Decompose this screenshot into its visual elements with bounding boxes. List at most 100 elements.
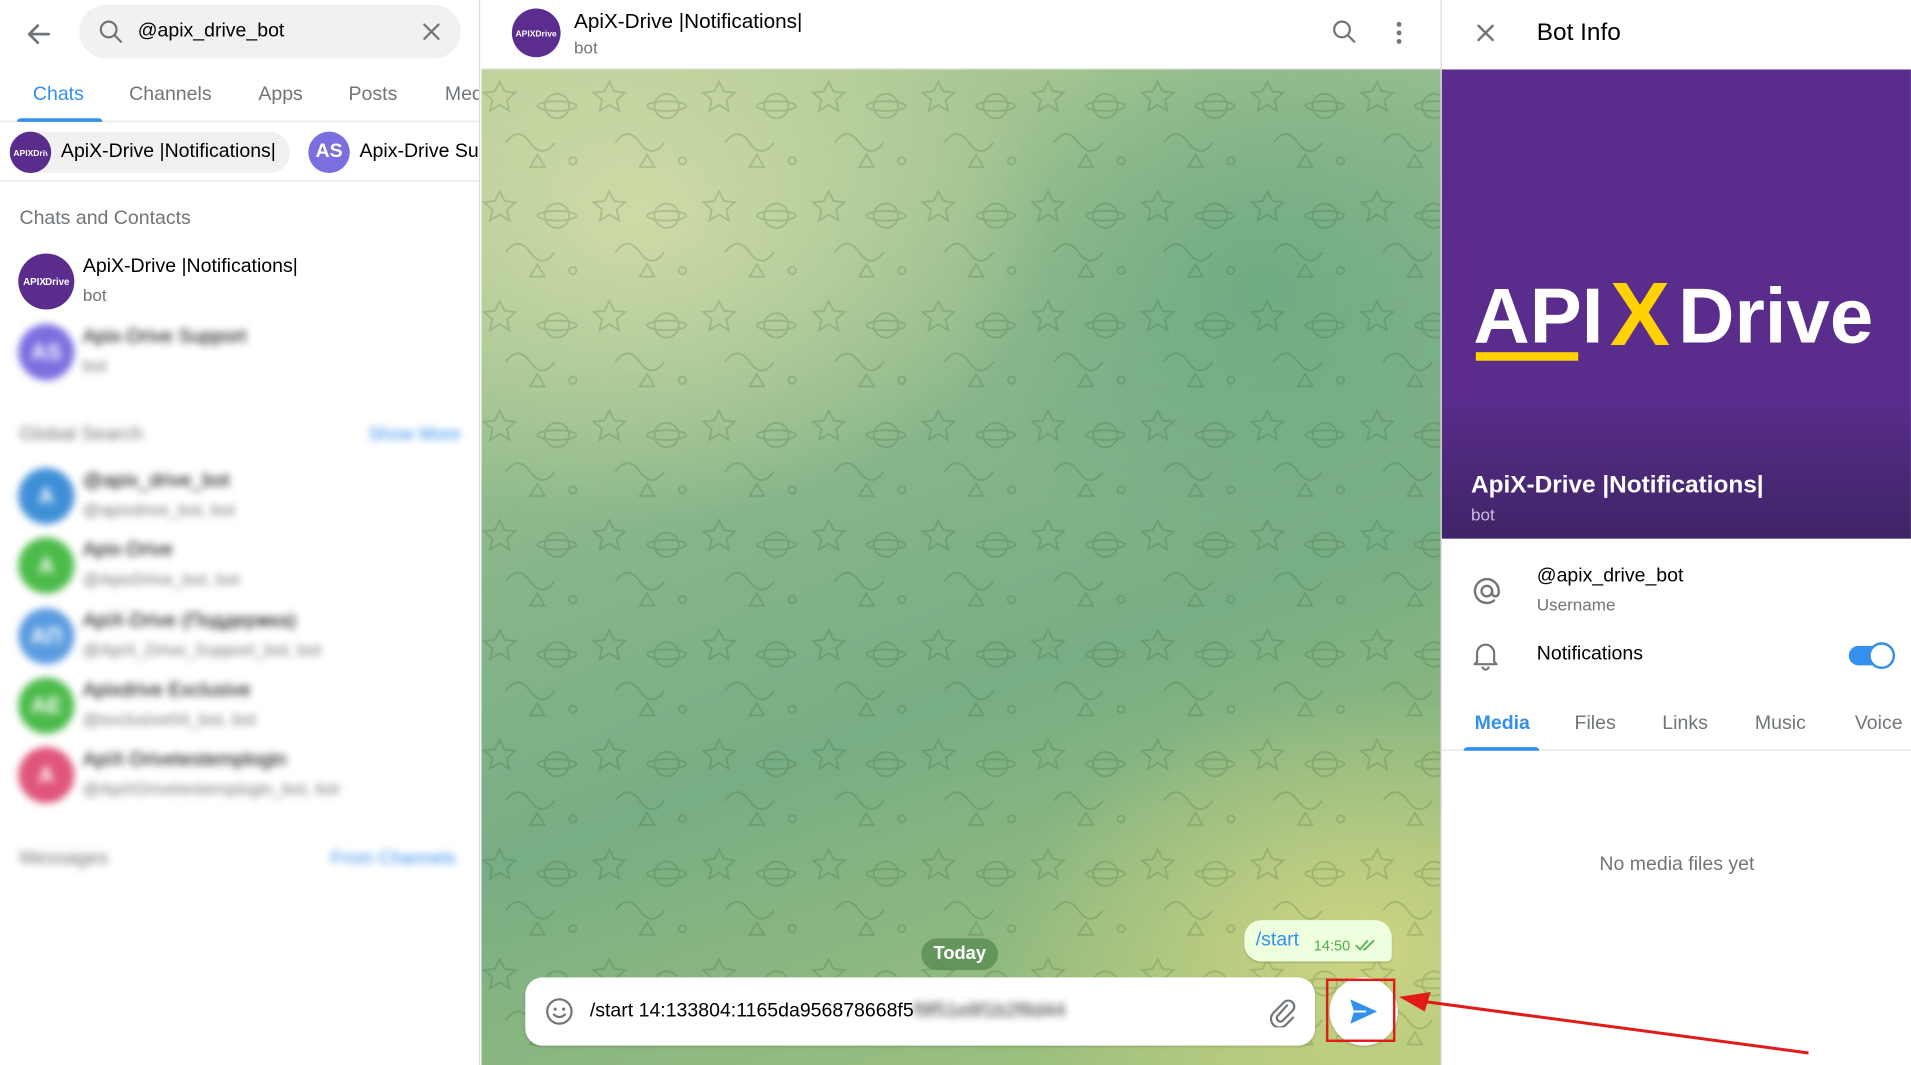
message-composer[interactable]: /start 14:133804:1165da956878668f5f9f51e… <box>525 977 1315 1046</box>
toggle-knob <box>1868 642 1896 670</box>
result-name: ApiX-Drivetestemplogin <box>82 749 287 771</box>
global-result-row[interactable]: A @apix_drive_bot @apixdrive_bot, bot <box>0 463 479 531</box>
tab-posts[interactable]: Posts <box>349 84 398 106</box>
left-sidebar: @apix_drive_bot Chats Channels Apps Post… <box>0 0 481 1065</box>
username-label: Username <box>1536 594 1616 615</box>
contact-name: Apix-Drive Support <box>82 326 247 348</box>
avatar: AS <box>308 131 350 174</box>
chip-label: Apix-Drive Su <box>359 141 479 163</box>
message-text[interactable]: /start <box>1256 930 1299 952</box>
svg-text:APIXDrive: APIXDrive <box>13 148 47 158</box>
from-channels-filter[interactable]: From Channels <box>331 848 456 869</box>
chat-subtitle: bot <box>574 37 598 58</box>
global-result-row[interactable]: A Apix-Drive @ApixDrive_bot, bot <box>0 533 479 601</box>
notifications-row[interactable]: Notifications <box>1442 639 1911 676</box>
avatar: APIXDrive <box>511 8 561 58</box>
chat-panel: APIXDrive ApiX-Drive |Notifications| bot <box>481 0 1441 1065</box>
contact-sub: bot <box>82 285 107 305</box>
global-result-row[interactable]: A ApiX-Drivetestemplogin @ApiXDrivetestemp… <box>0 742 479 810</box>
paperclip-icon[interactable] <box>1266 996 1296 1028</box>
search-icon <box>99 20 123 43</box>
tab-channels[interactable]: Channels <box>129 84 211 106</box>
search-tabs: Chats Channels Apps Posts Med <box>0 68 479 122</box>
message-input-hidden-text: f9f51e8f1b2f8d44 <box>913 1000 1066 1022</box>
tab-chats[interactable]: Chats <box>33 84 84 106</box>
result-sub: @ApixDrive_bot, bot <box>82 569 240 589</box>
apix-logo-icon: APIXDrive <box>13 148 47 158</box>
outgoing-message[interactable]: /start 14:50 <box>1244 920 1392 962</box>
tab-media[interactable]: Media <box>1475 713 1530 735</box>
arrow-left-icon <box>27 24 51 44</box>
tab-apps[interactable]: Apps <box>258 84 302 106</box>
at-sign-icon <box>1473 577 1500 605</box>
close-icon[interactable] <box>1473 21 1497 45</box>
avatar: AE <box>18 677 75 734</box>
result-sub: @ApiXDrivetestemplogin_bot, bot <box>82 778 340 799</box>
result-name: Apix-Drive <box>82 539 173 561</box>
bot-info-header: Bot Info <box>1442 0 1911 68</box>
tab-links[interactable]: Links <box>1662 713 1708 735</box>
logo-right: Drive <box>1678 271 1873 359</box>
tab-music[interactable]: Music <box>1755 713 1806 735</box>
contact-row[interactable]: AS Apix-Drive Support bot <box>0 319 479 387</box>
username-value: @apix_drive_bot <box>1536 565 1684 587</box>
apix-drive-logo: API X Drive <box>1473 264 1873 364</box>
back-button[interactable] <box>19 15 58 54</box>
annotation-highlight-box <box>1325 978 1396 1042</box>
svg-text:Drive: Drive <box>45 277 70 288</box>
shared-media-tabs: Media Files Links Music Voice <box>1441 695 1911 751</box>
bot-info-panel: Bot Info API X Drive ApiX-Drive |Notific… <box>1440 0 1911 1065</box>
result-sub: @apixdrive_bot, bot <box>82 499 235 520</box>
global-result-row[interactable]: AП ApiX-Drive (Поддержка) @ApiX_Drive_Supp… <box>0 603 479 671</box>
contact-row[interactable]: APIX Drive ApiX-Drive |Notifications| bot <box>0 249 479 317</box>
logo-underline <box>1475 352 1579 361</box>
telegram-window: @apix_drive_bot Chats Channels Apps Post… <box>0 0 1911 1065</box>
section-title: Messages <box>19 848 109 869</box>
avatar: A <box>18 537 75 594</box>
message-input[interactable]: /start 14:133804:1165da956878668f5f9f51e… <box>590 1001 1066 1023</box>
panel-title: Bot Info <box>1536 19 1621 47</box>
messages-header: Messages From Channels <box>0 841 479 878</box>
username-row[interactable]: @apix_drive_bot Username <box>1442 563 1911 624</box>
search-query: @apix_drive_bot <box>137 20 285 42</box>
search-icon[interactable] <box>1331 18 1358 45</box>
tab-files[interactable]: Files <box>1575 713 1616 735</box>
result-name: ApiX-Drive (Поддержка) <box>82 610 297 632</box>
profile-cover[interactable]: API X Drive ApiX-Drive |Notifications| b… <box>1441 69 1911 539</box>
notifications-toggle[interactable] <box>1848 642 1896 670</box>
result-name: Apixdrive Exclusive <box>82 680 251 701</box>
active-tab-indicator <box>1463 747 1540 751</box>
logo-x: X <box>1610 264 1670 364</box>
doodle-pattern <box>481 69 1441 1065</box>
result-name: @apix_drive_bot <box>82 470 230 492</box>
emoji-icon[interactable] <box>545 997 574 1026</box>
avatar: AП <box>18 608 75 665</box>
svg-text:APIXDrive: APIXDrive <box>516 29 557 39</box>
more-vertical-icon[interactable] <box>1386 18 1413 47</box>
recent-chip[interactable]: AS Apix-Drive Su <box>308 131 479 174</box>
recent-chip[interactable]: APIXDrive ApiX-Drive |Notifications| <box>9 131 291 174</box>
tab-media[interactable]: Med <box>445 84 479 106</box>
result-sub: @ApiX_Drive_Support_bot, bot <box>82 639 322 660</box>
search-input[interactable]: @apix_drive_bot <box>79 4 461 59</box>
avatar: APIXDrive <box>9 131 52 174</box>
logo-left: API <box>1473 271 1603 359</box>
svg-text:APIX: APIX <box>23 277 46 288</box>
avatar: APIXDrive <box>18 253 75 310</box>
profile-sub: bot <box>1470 504 1495 525</box>
chat-background: Today /start 14:50 <box>481 69 1441 1065</box>
chat-title: ApiX-Drive |Notifications| <box>574 9 803 33</box>
close-icon[interactable] <box>419 19 443 43</box>
bell-icon <box>1473 643 1498 671</box>
global-search-header: Global Search Show More <box>0 414 479 463</box>
notifications-label: Notifications <box>1536 643 1643 665</box>
empty-media-text: No media files yet <box>1599 854 1755 876</box>
avatar: A <box>18 467 75 525</box>
result-sub: @exclusive04_bot, bot <box>82 709 256 729</box>
tab-voice[interactable]: Voice <box>1855 713 1903 735</box>
show-more-link[interactable]: Show More <box>368 424 460 445</box>
profile-name: ApiX-Drive |Notifications| <box>1470 471 1764 499</box>
global-result-row[interactable]: AE Apixdrive Exclusive @exclusive04_bot, b… <box>0 673 479 741</box>
message-input-text: /start 14:133804:1165da956878668f5 <box>589 1000 914 1022</box>
chat-header[interactable]: APIXDrive ApiX-Drive |Notifications| bot <box>481 0 1441 70</box>
